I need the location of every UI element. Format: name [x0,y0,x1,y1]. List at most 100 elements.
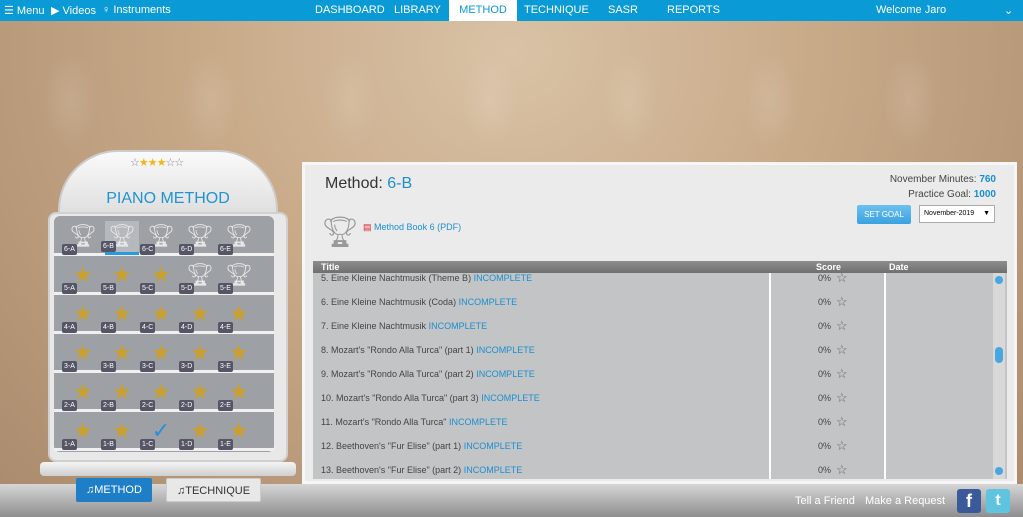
nav-method[interactable]: METHOD [449,0,517,21]
nav-technique[interactable]: TECHNIQUE [515,0,598,21]
level-piano-4-C[interactable]: ★ 4-C [140,299,178,333]
nav-reports[interactable]: REPORTS [658,0,729,21]
table-row[interactable]: 6. Eine Kleine Nachtmusik (Coda) INCOMPL… [313,289,1007,313]
status-link[interactable]: INCOMPLETE [464,465,523,475]
table-row[interactable]: 8. Mozart's "Rondo Alla Turca" (part 1) … [313,337,1007,361]
level-piano-3-C[interactable]: ★ 3-C [140,338,178,372]
lesson-title: 13. Beethoven's "Fur Elise" (part 2) [321,465,462,475]
star-empty-icon[interactable]: ☆ [836,438,848,454]
make-request-link[interactable]: Make a Request [865,495,945,507]
table-row[interactable]: 10. Mozart's "Rondo Alla Turca" (part 3)… [313,385,1007,409]
scroll-down-icon[interactable] [995,467,1003,475]
level-piano-3-A[interactable]: ★ 3-A [62,338,100,372]
technique-tab-button[interactable]: ♫TECHNIQUE [166,478,262,502]
status-link[interactable]: INCOMPLETE [481,393,540,403]
scroll-thumb[interactable] [995,347,1003,363]
level-piano-2-D[interactable]: ★ 2-D [179,377,217,411]
tell-friend-link[interactable]: Tell a Friend [795,495,855,507]
status-link[interactable]: INCOMPLETE [476,345,535,355]
table-row[interactable]: 13. Beethoven's "Fur Elise" (part 2) INC… [313,457,1007,479]
shelf: 🏆︎ 6-A 🏆︎ 6-B 🏆︎ 6-C 🏆︎ 6-D 🏆︎ 6-E [54,216,274,256]
scrollbar[interactable] [993,273,1005,479]
rating-stars: ☆★★★☆☆ [130,156,184,169]
col-title[interactable]: Title [321,262,339,272]
level-trophy-6-D[interactable]: 🏆︎ 6-D [179,221,217,255]
level-piano-4-D[interactable]: ★ 4-D [179,299,217,333]
piano-method-bookcase: ☆★★★☆☆ PIANO METHOD 🏆︎ 6-A 🏆︎ 6-B 🏆︎ 6-C 🏆︎ 6-D… [40,150,296,488]
level-trophy-6-C[interactable]: 🏆︎ 6-C [140,221,178,255]
level-label: 3-D [179,361,195,372]
welcome-user[interactable]: Welcome Jaro [876,4,946,16]
star-empty-icon[interactable]: ☆ [836,462,848,478]
menu-button[interactable]: ☰ Menu [4,4,44,17]
dropdown-arrow-icon: ▼ [983,210,990,217]
instruments-button[interactable]: ♀ Instruments [102,4,171,16]
nav-dashboard[interactable]: DASHBOARD [306,0,394,21]
twitter-icon[interactable]: t [986,489,1010,513]
level-piano-3-B[interactable]: ★ 3-B [101,338,139,372]
chevron-down-icon[interactable]: ⌄ [1004,4,1013,17]
status-link[interactable]: INCOMPLETE [459,297,518,307]
status-link[interactable]: INCOMPLETE [476,369,535,379]
nav-sasr[interactable]: SASR [599,0,647,21]
score: 0% [818,393,832,403]
level-piano-3-D[interactable]: ★ 3-D [179,338,217,372]
level-piano-4-E[interactable]: ★ 4-E [218,299,256,333]
star-empty-icon[interactable]: ☆ [836,342,848,358]
videos-button[interactable]: ▶ Videos [51,4,96,17]
level-piano-2-A[interactable]: ★ 2-A [62,377,100,411]
facebook-icon[interactable]: f [957,489,981,513]
set-goal-button[interactable]: SET GOAL [857,205,911,224]
scroll-up-icon[interactable] [995,276,1003,284]
level-piano-5-C[interactable]: ★ 5-C [140,260,178,294]
level-piano-3-E[interactable]: ★ 3-E [218,338,256,372]
star-empty-icon[interactable]: ☆ [836,318,848,334]
star-empty-icon[interactable]: ☆ [836,294,848,310]
level-piano-4-A[interactable]: ★ 4-A [62,299,100,333]
star-empty-icon[interactable]: ☆ [836,273,848,286]
table-row[interactable]: 7. Eine Kleine Nachtmusik INCOMPLETE 0% ☆ [313,313,1007,337]
trophy-icon: 🏆︎ [321,216,360,249]
lesson-title: 11. Mozart's "Rondo Alla Turca" [321,417,447,427]
level-label: 2-E [218,400,233,411]
table-row[interactable]: 11. Mozart's "Rondo Alla Turca" INCOMPLE… [313,409,1007,433]
level-piano-5-B[interactable]: ★ 5-B [101,260,139,294]
star-empty-icon[interactable]: ☆ [836,366,848,382]
shelf: ★ 4-A ★ 4-B ★ 4-C ★ 4-D ★ 4-E [54,294,274,334]
level-piano-1-D[interactable]: ★ 1-D [179,416,217,450]
level-piano-4-B[interactable]: ★ 4-B [101,299,139,333]
level-piano-2-E[interactable]: ★ 2-E [218,377,256,411]
nav-library[interactable]: LIBRARY [385,0,450,21]
level-trophy-6-E[interactable]: 🏆︎ 6-E [218,221,256,255]
level-trophy-5-E[interactable]: 🏆︎ 5-E [218,260,256,294]
star-empty-icon[interactable]: ☆ [836,414,848,430]
level-piano-1-E[interactable]: ★ 1-E [218,416,256,450]
level-piano-1-A[interactable]: ★ 1-A [62,416,100,450]
status-link[interactable]: INCOMPLETE [464,441,523,451]
level-piano-2-B[interactable]: ★ 2-B [101,377,139,411]
status-link[interactable]: INCOMPLETE [449,417,508,427]
level-label: 6-B [101,241,116,252]
level-piano-1-B[interactable]: ★ 1-B [101,416,139,450]
level-piano-2-C[interactable]: ★ 2-C [140,377,178,411]
method-tab-button[interactable]: ♫METHOD [76,478,152,502]
star-empty-icon[interactable]: ☆ [836,390,848,406]
table-row[interactable]: 12. Beethoven's "Fur Elise" (part 1) INC… [313,433,1007,457]
table-row[interactable]: 9. Mozart's "Rondo Alla Turca" (part 2) … [313,361,1007,385]
score: 0% [818,345,832,355]
level-trophy-5-D[interactable]: 🏆︎ 5-D [179,260,217,294]
level-check-1-C[interactable]: ✓ 1-C [140,416,178,450]
method-book-link[interactable]: ▤ Method Book 6 (PDF) [363,222,461,233]
level-label: 1-E [218,439,233,450]
month-select[interactable]: November-2019 ▼ [919,205,995,223]
level-trophy-selected-6-B[interactable]: 🏆︎ 6-B [101,221,139,255]
table-row[interactable]: 5. Eine Kleine Nachtmusik (Theme B) INCO… [313,273,1007,289]
level-piano-5-A[interactable]: ★ 5-A [62,260,100,294]
level-label: 3-C [140,361,156,372]
level-trophy-6-A[interactable]: 🏆︎ 6-A [62,221,100,255]
col-score[interactable]: Score [816,262,841,272]
star-filled-icon: ★ [147,157,158,169]
status-link[interactable]: INCOMPLETE [474,273,533,283]
status-link[interactable]: INCOMPLETE [429,321,488,331]
col-date[interactable]: Date [889,262,909,272]
